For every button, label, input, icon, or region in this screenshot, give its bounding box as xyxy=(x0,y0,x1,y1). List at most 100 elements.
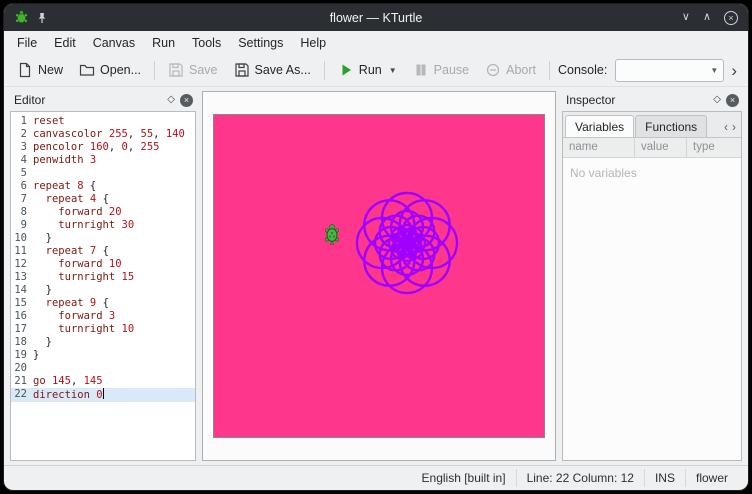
app-turtle-icon xyxy=(14,10,29,25)
console-label: Console: xyxy=(558,63,607,77)
console-combobox[interactable]: ▼ xyxy=(615,59,724,82)
menu-tools[interactable]: Tools xyxy=(184,34,229,52)
inspector-tabbar: Variables Functions ‹ › xyxy=(563,112,741,138)
editor-dock: Editor ◇ × 1reset2canvascolor 255, 55, 1… xyxy=(10,91,196,461)
turtle-canvas xyxy=(213,114,545,438)
run-play-icon xyxy=(338,62,354,78)
code-line-16[interactable]: 16 forward 3 xyxy=(11,310,195,323)
pause-icon xyxy=(413,62,429,78)
no-variables-text: No variables xyxy=(563,158,741,188)
inspector-dock-header[interactable]: Inspector ◇ × xyxy=(562,91,742,111)
status-cursor-position: Line: 22 Column: 12 xyxy=(516,469,644,487)
menu-bar: File Edit Canvas Run Tools Settings Help xyxy=(4,31,748,54)
code-line-22[interactable]: 22direction 0 xyxy=(11,388,195,402)
toolbar: New Open... Save S xyxy=(4,54,748,87)
minimize-button[interactable]: ∨ xyxy=(682,12,690,23)
menu-help[interactable]: Help xyxy=(292,34,334,52)
abort-button[interactable]: Abort xyxy=(478,58,543,82)
save-label: Save xyxy=(189,63,218,77)
save-as-icon xyxy=(234,62,250,78)
code-line-12[interactable]: 12 forward 10 xyxy=(11,258,195,271)
flower-drawing xyxy=(357,193,457,293)
code-line-8[interactable]: 8 forward 20 xyxy=(11,206,195,219)
tab-variables[interactable]: Variables xyxy=(565,115,634,137)
editor-dock-title: Editor xyxy=(14,93,167,107)
code-line-1[interactable]: 1reset xyxy=(11,115,195,128)
status-bar: English [built in] Line: 22 Column: 12 I… xyxy=(4,465,748,490)
run-button[interactable]: Run ▼ xyxy=(331,58,404,82)
code-line-19[interactable]: 19} xyxy=(11,349,195,362)
canvas-drawing xyxy=(214,115,544,437)
pause-label: Pause xyxy=(434,63,469,77)
kturtle-window: flower — KTurtle ∨ ∧ xyxy=(3,3,749,491)
editor-dock-header[interactable]: Editor ◇ × xyxy=(10,91,196,111)
tab-scroll-right-icon[interactable]: › xyxy=(732,121,736,133)
run-dropdown-icon[interactable]: ▼ xyxy=(389,66,397,75)
menu-edit[interactable]: Edit xyxy=(46,34,84,52)
tab-functions[interactable]: Functions xyxy=(635,115,707,137)
close-dock-icon[interactable]: × xyxy=(180,94,193,107)
abort-icon xyxy=(485,62,501,78)
code-line-13[interactable]: 13 turnright 15 xyxy=(11,271,195,284)
status-language: English [built in] xyxy=(412,469,516,487)
column-type: type xyxy=(687,138,741,157)
float-dock-icon[interactable]: ◇ xyxy=(167,95,175,105)
inspector-body: Variables Functions ‹ › name value type … xyxy=(562,111,742,461)
inspector-table-header: name value type xyxy=(563,138,741,158)
save-button[interactable]: Save xyxy=(161,58,225,82)
title-bar[interactable]: flower — KTurtle ∨ ∧ xyxy=(4,4,748,31)
code-line-6[interactable]: 6repeat 8 { xyxy=(11,180,195,193)
code-line-18[interactable]: 18 } xyxy=(11,336,195,349)
menu-settings[interactable]: Settings xyxy=(230,34,291,52)
toolbar-overflow-button[interactable]: › xyxy=(726,62,742,79)
code-line-9[interactable]: 9 turnright 30 xyxy=(11,219,195,232)
open-button[interactable]: Open... xyxy=(72,58,148,82)
code-area[interactable]: 1reset2canvascolor 255, 55, 1403pencolor… xyxy=(10,111,196,461)
menu-run[interactable]: Run xyxy=(144,34,183,52)
code-line-21[interactable]: 21go 145, 145 xyxy=(11,375,195,388)
code-line-14[interactable]: 14 } xyxy=(11,284,195,297)
open-label: Open... xyxy=(100,63,141,77)
canvas-view xyxy=(202,91,556,461)
float-dock-icon[interactable]: ◇ xyxy=(713,95,721,105)
column-name: name xyxy=(563,138,635,157)
code-line-11[interactable]: 11 repeat 7 { xyxy=(11,245,195,258)
status-script-name: flower xyxy=(685,469,738,487)
code-line-7[interactable]: 7 repeat 4 { xyxy=(11,193,195,206)
code-line-20[interactable]: 20 xyxy=(11,362,195,375)
inspector-dock-title: Inspector xyxy=(566,93,713,107)
toolbar-separator xyxy=(154,61,155,80)
new-label: New xyxy=(38,63,63,77)
code-line-17[interactable]: 17 turnright 10 xyxy=(11,323,195,336)
pin-icon[interactable] xyxy=(36,12,48,24)
code-line-4[interactable]: 4penwidth 3 xyxy=(11,154,195,167)
code-line-5[interactable]: 5 xyxy=(11,167,195,180)
tab-scroll-left-icon[interactable]: ‹ xyxy=(724,121,728,133)
pause-button[interactable]: Pause xyxy=(406,58,476,82)
maximize-button[interactable]: ∧ xyxy=(703,12,711,23)
run-label: Run xyxy=(359,63,382,77)
close-button[interactable]: × xyxy=(724,11,738,25)
toolbar-separator xyxy=(324,61,325,80)
menu-canvas[interactable]: Canvas xyxy=(85,34,143,52)
open-folder-icon xyxy=(79,62,95,78)
turtle-sprite xyxy=(325,225,338,245)
abort-label: Abort xyxy=(506,63,536,77)
code-line-10[interactable]: 10 } xyxy=(11,232,195,245)
window-title: flower — KTurtle xyxy=(4,11,748,25)
code-line-2[interactable]: 2canvascolor 255, 55, 140 xyxy=(11,128,195,141)
code-line-15[interactable]: 15 repeat 9 { xyxy=(11,297,195,310)
column-value: value xyxy=(635,138,687,157)
new-button[interactable]: New xyxy=(10,58,70,82)
new-document-icon xyxy=(17,62,33,78)
inspector-dock: Inspector ◇ × Variables Functions ‹ › na… xyxy=(562,91,742,461)
code-line-3[interactable]: 3pencolor 160, 0, 255 xyxy=(11,141,195,154)
save-as-button[interactable]: Save As... xyxy=(227,58,318,82)
menu-file[interactable]: File xyxy=(9,34,45,52)
status-insert-mode: INS xyxy=(644,469,685,487)
toolbar-separator xyxy=(549,61,550,80)
chevron-down-icon: ▼ xyxy=(710,66,718,75)
save-icon xyxy=(168,62,184,78)
close-dock-icon[interactable]: × xyxy=(726,94,739,107)
main-area: Editor ◇ × 1reset2canvascolor 255, 55, 1… xyxy=(4,87,748,465)
